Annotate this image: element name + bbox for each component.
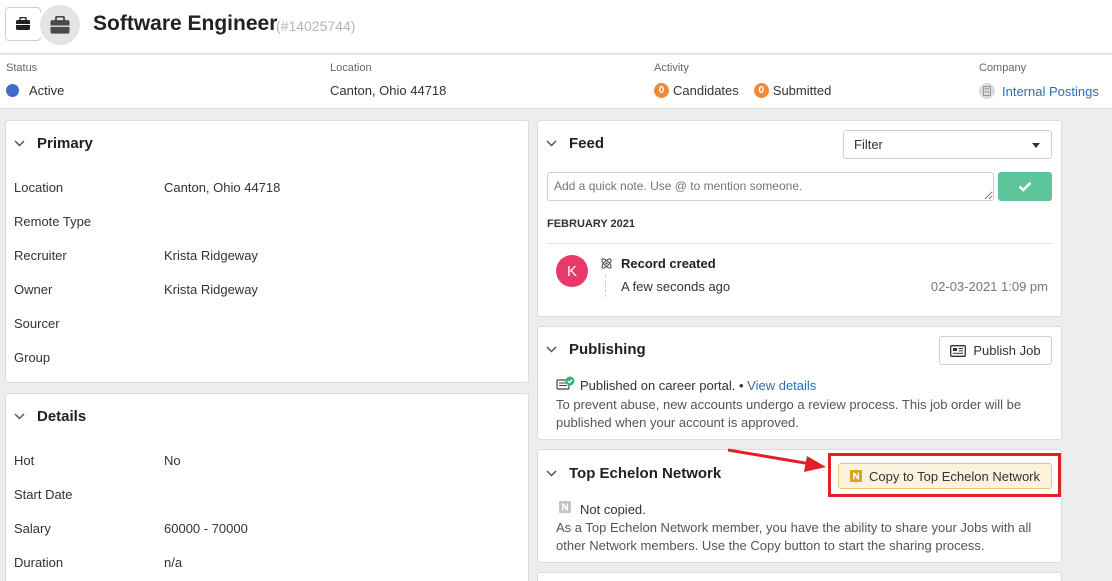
event-timestamp: 02-03-2021 1:09 pm [930,279,1048,294]
field-label: Duration [14,555,64,570]
field-value: No [164,453,181,468]
highlight-box: Copy to Top Echelon Network [828,453,1061,497]
network-description-line2: other Network members. Use the Copy butt… [556,538,985,553]
status-value[interactable]: Active [29,83,64,98]
publishing-status: Published on career portal. • View detai… [580,378,816,393]
chevron-down-icon [546,137,560,151]
status-summary: Status Active [6,62,64,98]
details-panel-header[interactable]: Details [14,408,86,425]
field-label: Start Date [14,487,73,502]
publishing-title: Publishing [569,341,646,358]
job-id: (#14025744) [276,18,356,34]
caret-down-icon [1032,143,1040,148]
newspaper-icon [950,344,967,357]
field-value: n/a [164,555,183,570]
publishing-status-text: Published on career portal. • [580,378,744,393]
quick-note-input[interactable] [547,172,994,201]
submitted-link[interactable]: Submitted [773,83,832,98]
activity-label: Activity [654,62,689,74]
chevron-down-icon [14,137,28,151]
publishing-description-line2: published when your account is approved. [556,415,799,430]
publishing-description-line1: To prevent abuse, new accounts undergo a… [556,397,1022,412]
view-details-link[interactable]: View details [747,378,816,393]
submit-note-button[interactable] [998,172,1052,201]
field-label: Remote Type [14,214,92,229]
network-logo-icon [559,501,571,513]
field-label: Owner [14,282,53,297]
feed-panel-header[interactable]: Feed [546,135,604,152]
location-summary: Location Canton, Ohio 44718 [330,62,446,98]
primary-title: Primary [37,135,93,152]
company-summary: Company Internal Postings [979,62,1099,99]
briefcase-button[interactable] [5,7,41,41]
publishing-panel-header[interactable]: Publishing [546,341,646,358]
feed-divider [547,243,1052,244]
field-value: Krista Ridgeway [164,248,258,263]
field-label: Recruiter [14,248,67,263]
network-description-line1: As a Top Echelon Network member, you hav… [556,520,1032,535]
publish-job-label: Publish Job [973,343,1041,358]
publish-job-button[interactable]: Publish Job [939,336,1052,365]
field-value: Canton, Ohio 44718 [164,180,281,195]
status-label: Status [6,62,38,74]
location-value: Canton, Ohio 44718 [330,83,447,98]
submitted-count-badge: 0 [753,83,769,98]
field-value: 60000 - 70000 [164,521,248,536]
feed-title: Feed [569,135,605,152]
briefcase-icon [16,17,30,30]
publishing-panel: Publishing Publish Job Published on care… [537,326,1062,440]
copy-to-network-button[interactable]: Copy to Top Echelon Network [838,463,1052,489]
field-value: Krista Ridgeway [164,282,258,297]
timeline-line [605,275,606,297]
details-panel: Details Hot No Start Date Salary 60000 -… [5,393,529,581]
field-label: Sourcer [14,316,60,331]
chevron-down-icon [14,410,28,424]
primary-panel: Primary Location Canton, Ohio 44718 Remo… [5,120,529,383]
activity-summary: Activity 0 Candidates 0 Submitted [654,62,831,98]
field-label: Hot [14,453,35,468]
building-icon [979,83,995,99]
field-label: Salary [14,521,51,536]
atom-icon [601,258,612,269]
network-panel-header[interactable]: Top Echelon Network [546,465,721,482]
page-title: Software Engineer [93,12,278,35]
feed-month-header: FEBRUARY 2021 [547,218,636,230]
field-label: Location [14,180,64,195]
copy-to-network-label: Copy to Top Echelon Network [868,468,1041,484]
event-subtitle: A few seconds ago [621,279,731,294]
published-check-icon [556,376,575,390]
summary-strip: Status Active Location Canton, Ohio 4471… [0,55,1112,109]
company-link[interactable]: Internal Postings [1002,84,1099,99]
location-label: Location [330,62,372,74]
annotation-arrow-icon [727,448,826,472]
company-label: Company [979,62,1027,74]
header-bar: Software Engineer (#14025744) [0,0,1112,54]
status-dot-icon [6,84,19,97]
network-logo-icon [849,470,862,482]
briefcase-icon [50,15,70,34]
chevron-down-icon [546,343,560,357]
next-panel-stub [537,572,1062,581]
checkmark-icon [1018,181,1032,192]
candidates-link[interactable]: Candidates [673,83,739,98]
avatar: K [556,255,588,287]
candidates-count-badge: 0 [654,83,669,98]
filter-label: Filter [854,137,883,152]
event-title: Record created [621,256,716,271]
job-avatar [37,2,83,48]
feed-panel: Feed Filter FEBRUARY 2021 K Record creat… [537,120,1062,317]
network-status: Not copied. [580,502,646,517]
details-title: Details [37,408,87,425]
field-label: Group [14,350,51,365]
primary-panel-header[interactable]: Primary [14,135,93,152]
chevron-down-icon [546,467,560,481]
feed-filter-select[interactable]: Filter [843,130,1052,159]
network-title: Top Echelon Network [569,465,722,482]
